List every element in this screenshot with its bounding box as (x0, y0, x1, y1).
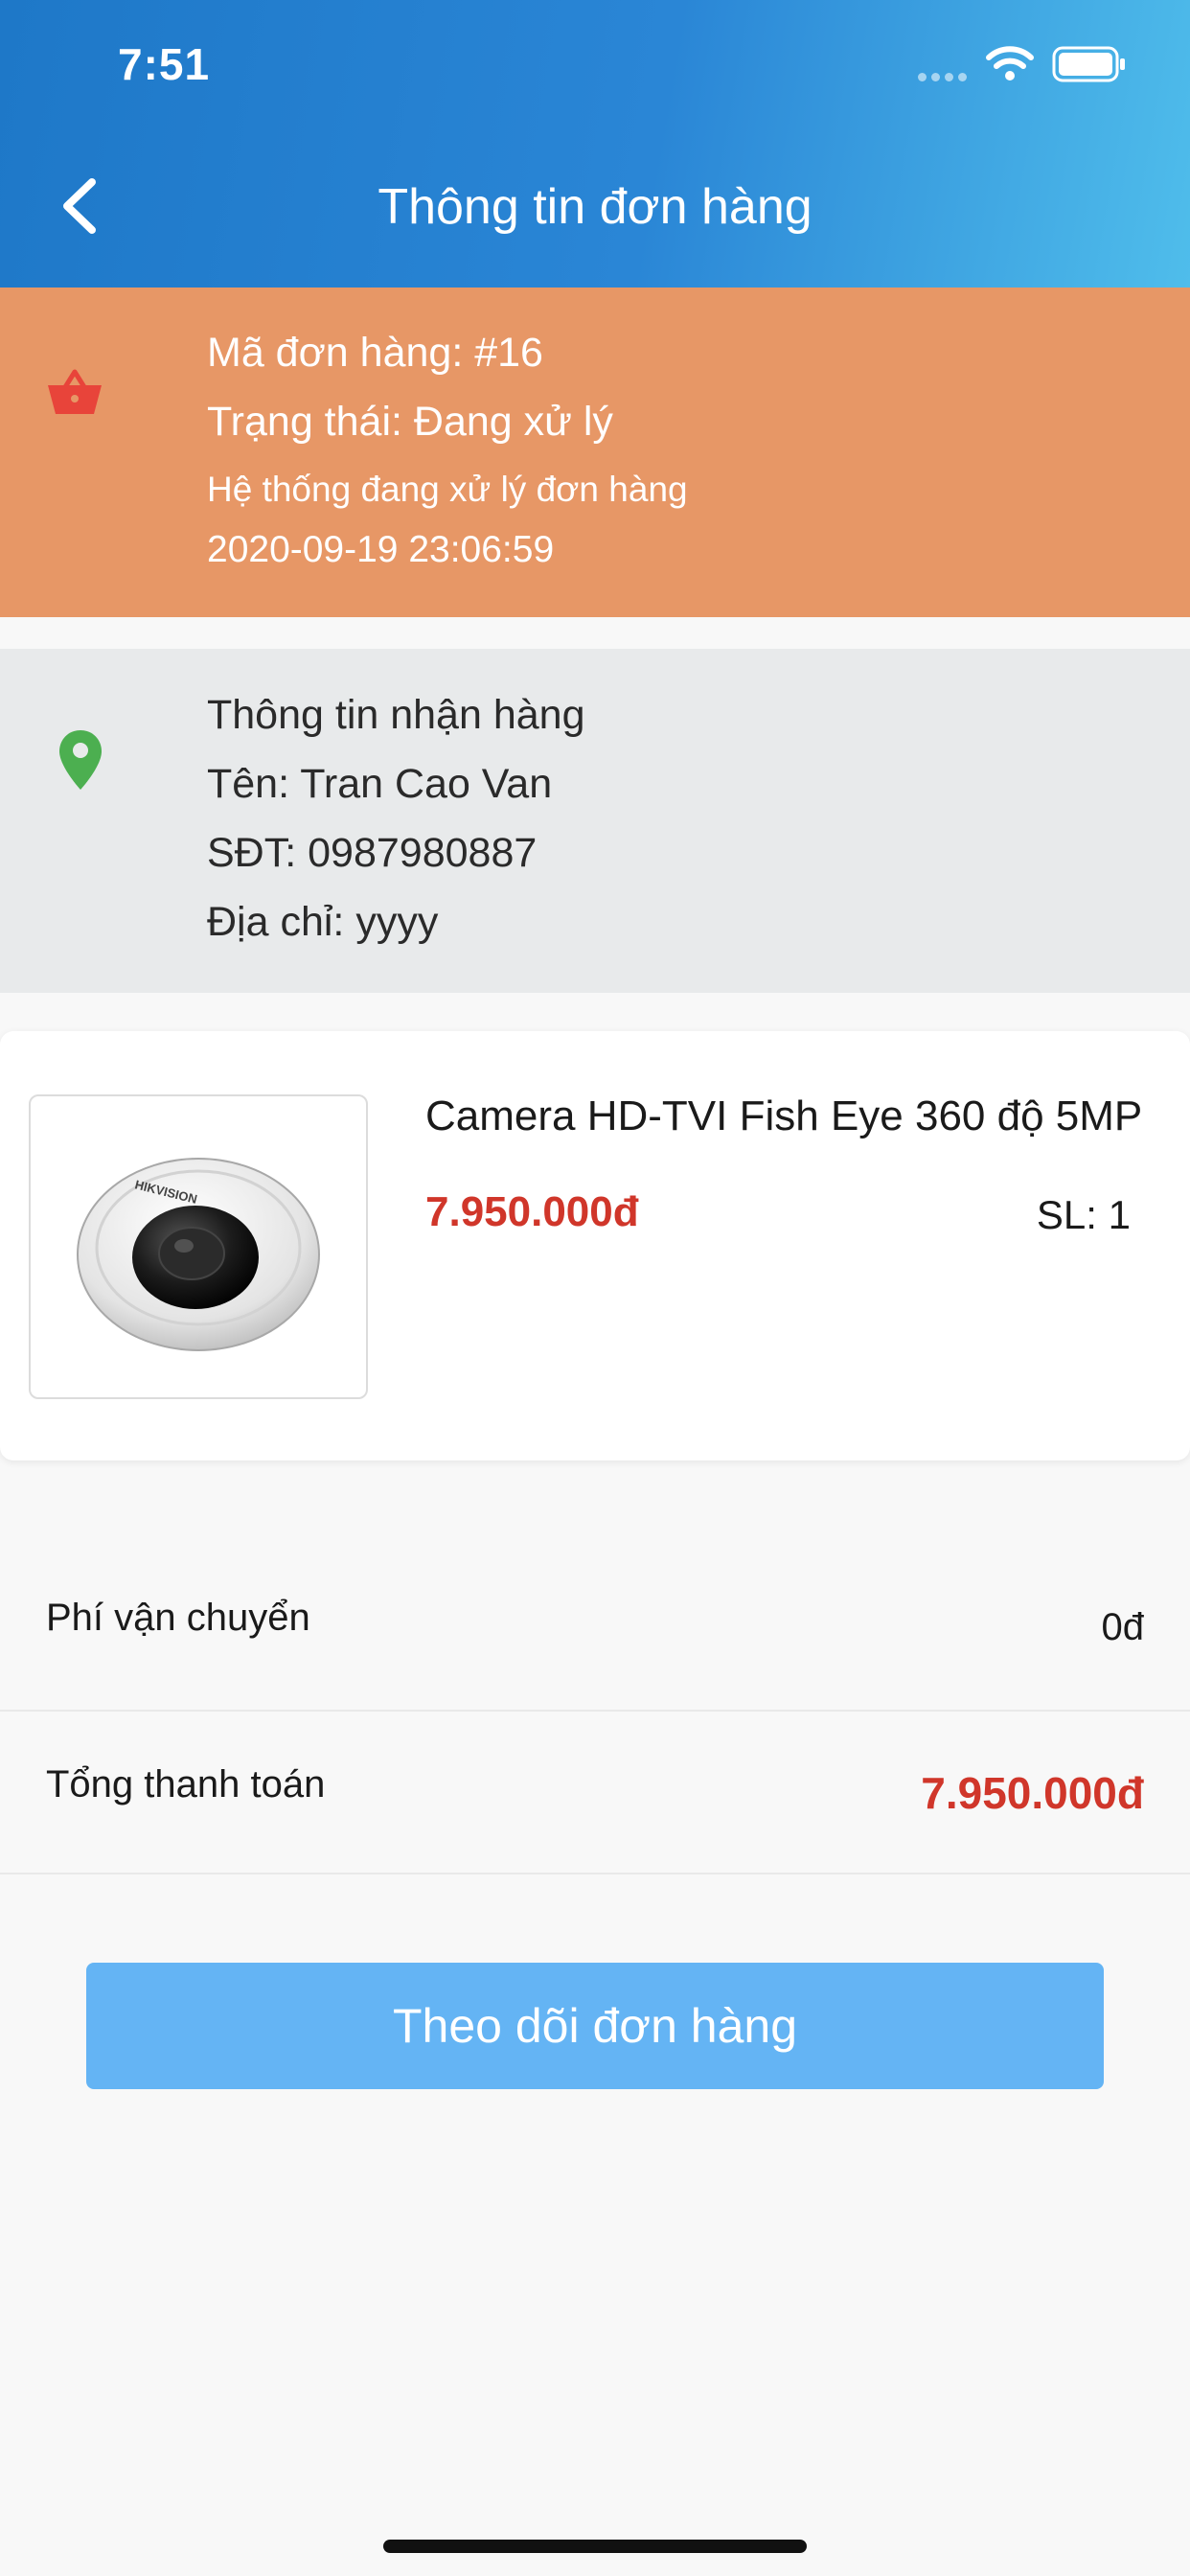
product-image[interactable]: HIKVISION (29, 1094, 368, 1399)
shipping-heading: Thông tin nhận hàng (207, 692, 585, 738)
home-indicator[interactable] (383, 2540, 807, 2553)
total-label: Tổng thanh toán (46, 1763, 326, 1806)
total-value: 7.950.000đ (921, 1768, 1144, 1818)
product-name[interactable]: Camera HD-TVI Fish Eye 360 độ 5MP (425, 1092, 1142, 1140)
location-pin-icon (59, 730, 102, 790)
battery-icon (1052, 46, 1125, 82)
divider (0, 1873, 1190, 1874)
recipient-name: Tên: Tran Cao Van (207, 761, 553, 807)
order-note: Hệ thống đang xử lý đơn hàng (207, 470, 688, 509)
basket-icon (48, 369, 102, 414)
track-order-button[interactable]: Theo dõi đơn hàng (86, 1963, 1104, 2089)
cellular-signal-icon (918, 69, 972, 86)
order-datetime: 2020-09-19 23:06:59 (207, 529, 555, 570)
divider (0, 1710, 1190, 1712)
status-time: 7:51 (118, 39, 211, 89)
shipping-info-panel (0, 649, 1190, 993)
product-price: 7.950.000đ (425, 1188, 639, 1235)
product-quantity: SL: 1 (1036, 1192, 1131, 1237)
fisheye-camera-image: HIKVISION (77, 1158, 320, 1351)
order-status-panel (0, 288, 1190, 617)
shipping-fee-label: Phí vận chuyển (46, 1597, 310, 1639)
wifi-icon (986, 46, 1034, 80)
shipping-fee-value: 0đ (1101, 1606, 1145, 1648)
recipient-address: Địa chỉ: yyyy (207, 899, 439, 945)
page-title: Thông tin đơn hàng (378, 179, 812, 235)
order-code: Mã đơn hàng: #16 (207, 330, 543, 376)
order-status: Trạng thái: Đang xử lý (207, 399, 613, 445)
recipient-phone: SĐT: 0987980887 (207, 830, 538, 876)
